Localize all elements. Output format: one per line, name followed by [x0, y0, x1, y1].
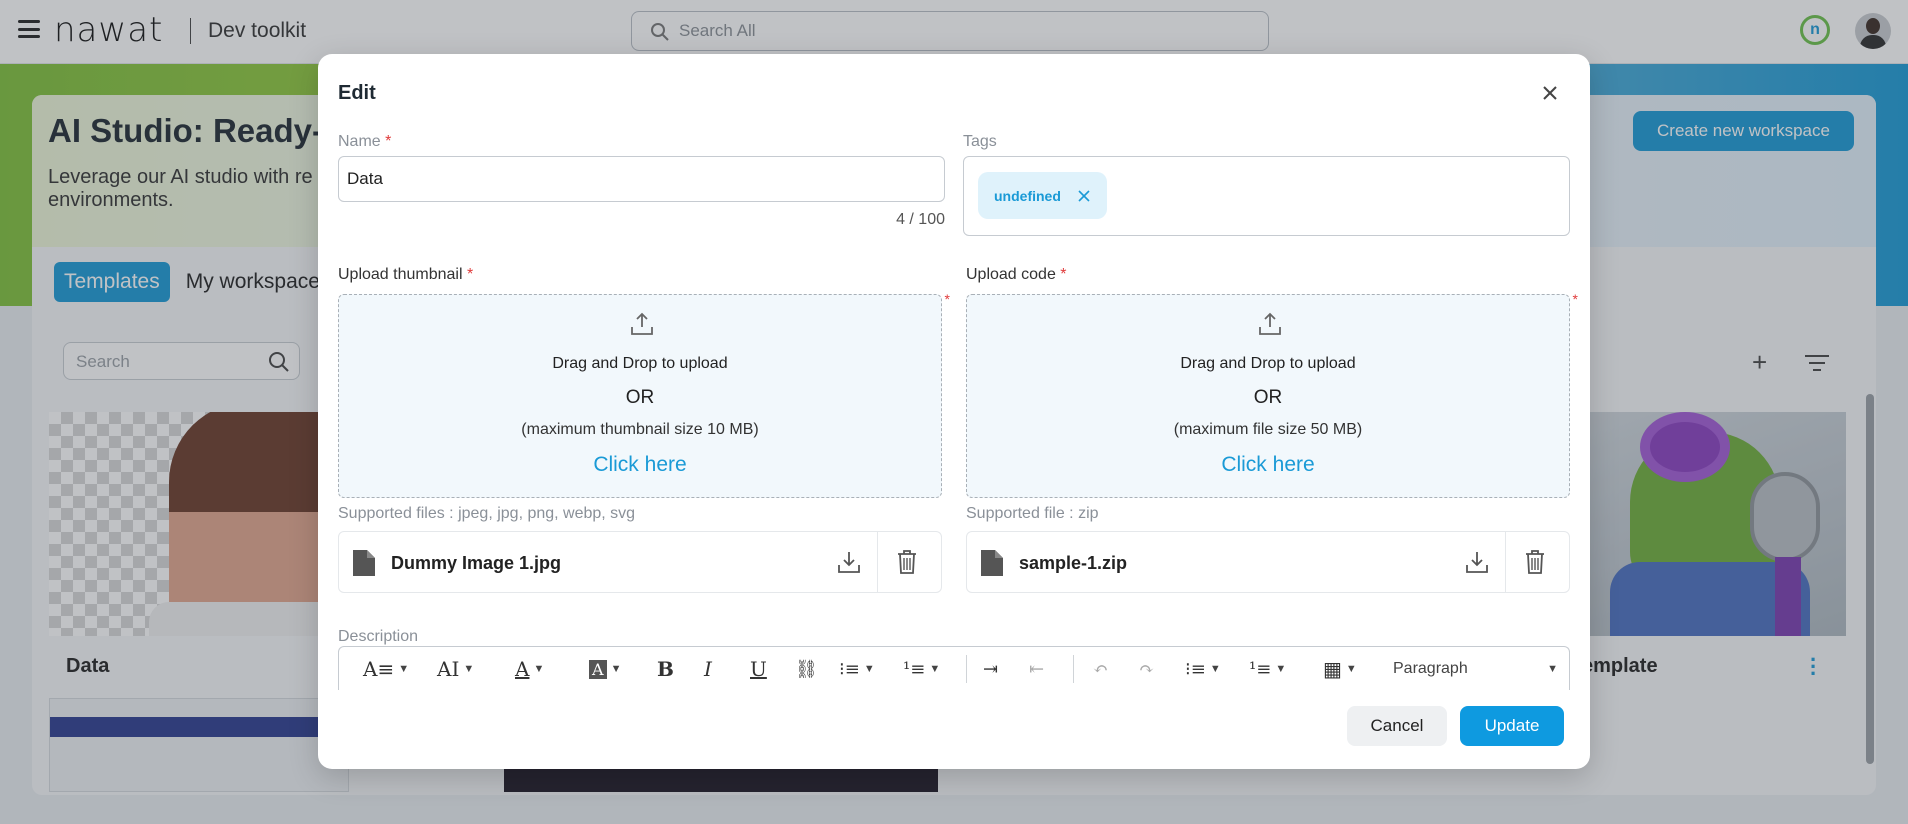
required-marker: *	[1572, 291, 1578, 307]
thumbnail-supported-files: Supported files : jpeg, jpg, png, webp, …	[338, 505, 636, 522]
chevron-down-icon: ▼	[863, 663, 875, 675]
description-label: Description	[338, 628, 419, 645]
thumbnail-file-name: Dummy Image 1.jpg	[391, 553, 562, 573]
font-family-button[interactable]: A≡ ▼	[363, 657, 409, 681]
delete-icon[interactable]	[896, 549, 918, 575]
edit-dialog: Edit Name * 4 / 100 Tags undefined Uploa…	[318, 54, 1590, 769]
dialog-title: Edit	[338, 82, 376, 104]
thumbnail-size-limit: (maximum thumbnail size 10 MB)	[521, 421, 759, 438]
highlight-color-icon: A	[589, 659, 607, 679]
tags-input[interactable]: undefined	[963, 156, 1570, 236]
font-color-icon: A	[515, 657, 530, 681]
font-family-icon: A≡	[363, 657, 395, 681]
font-size-button[interactable]: AI ▼	[437, 657, 474, 681]
chevron-down-icon: ▼	[1547, 663, 1558, 675]
code-dropzone[interactable]: * Drag and Drop to upload OR (maximum fi…	[966, 291, 1578, 498]
download-icon[interactable]	[1464, 549, 1490, 575]
chevron-down-icon: ▼	[929, 663, 941, 675]
font-size-icon: AI	[437, 657, 460, 681]
italic-button[interactable]: I	[704, 657, 712, 681]
code-file-name: sample-1.zip	[1019, 553, 1128, 573]
link-button[interactable]: ⛓	[795, 657, 818, 681]
bullet-list-button-2[interactable]: ⁝≡ ▼	[1185, 657, 1221, 681]
cancel-button[interactable]: Cancel	[1347, 706, 1447, 746]
highlight-color-button[interactable]: A ▼	[589, 657, 621, 681]
underline-icon: U	[750, 657, 767, 681]
divider	[1505, 532, 1506, 592]
upload-icon	[631, 312, 653, 335]
code-drag-text: Drag and Drop to upload	[1180, 355, 1356, 372]
upload-icon	[1259, 312, 1281, 335]
divider	[877, 532, 878, 592]
required-marker: *	[944, 291, 950, 307]
code-supported-files: Supported file : zip	[966, 505, 1099, 522]
code-click-here-link[interactable]: Click here	[967, 453, 1569, 477]
underline-button[interactable]: U	[750, 657, 767, 681]
outdent-icon: ⇤	[1029, 658, 1045, 680]
chevron-down-icon: ▼	[1275, 663, 1287, 675]
tag-chip: undefined	[978, 172, 1107, 219]
redo-button[interactable]: ↷	[1139, 657, 1154, 681]
bullet-list-icon: ⁝≡	[1185, 658, 1206, 680]
file-icon	[353, 550, 375, 576]
chevron-down-icon: ▼	[398, 663, 410, 675]
bullet-list-icon: ⁝≡	[839, 658, 860, 680]
bold-icon: B	[657, 657, 674, 681]
toolbar-divider	[966, 655, 967, 683]
upload-thumbnail-label-text: Upload thumbnail	[338, 266, 463, 283]
block-format-value: Paragraph	[1393, 660, 1468, 677]
redo-icon: ↷	[1139, 658, 1155, 680]
undo-icon: ↶	[1093, 658, 1109, 680]
code-or-text: OR	[1253, 387, 1283, 408]
bold-button[interactable]: B	[657, 657, 674, 681]
chevron-down-icon: ▼	[533, 663, 545, 675]
indent-button[interactable]: ⇥	[983, 657, 998, 681]
name-field[interactable]	[338, 156, 945, 202]
table-icon: ▦	[1323, 657, 1342, 681]
toolbar-divider	[1073, 655, 1074, 683]
name-label: Name *	[338, 133, 391, 151]
bullet-list-button[interactable]: ⁝≡ ▼	[839, 657, 875, 681]
numbered-list-button-2[interactable]: ¹≡ ▼	[1249, 657, 1286, 681]
thumbnail-drag-text: Drag and Drop to upload	[552, 355, 728, 372]
thumbnail-click-here-link[interactable]: Click here	[339, 453, 941, 477]
required-marker: *	[466, 266, 474, 283]
upload-code-label: Upload code *	[966, 266, 1067, 284]
numbered-list-icon: ¹≡	[1249, 658, 1272, 680]
outdent-button[interactable]: ⇤	[1029, 657, 1044, 681]
chevron-down-icon: ▼	[463, 663, 475, 675]
name-char-counter: 4 / 100	[896, 211, 945, 228]
undo-button[interactable]: ↶	[1093, 657, 1108, 681]
table-button[interactable]: ▦ ▼	[1323, 657, 1357, 681]
block-format-select[interactable]: Paragraph ▼	[1393, 655, 1558, 683]
indent-icon: ⇥	[983, 658, 999, 680]
numbered-list-button[interactable]: ¹≡ ▼	[903, 657, 940, 681]
tags-label: Tags	[963, 133, 997, 150]
numbered-list-icon: ¹≡	[903, 658, 926, 680]
upload-thumbnail-label: Upload thumbnail *	[338, 266, 473, 284]
chevron-down-icon: ▼	[1345, 663, 1357, 675]
chevron-down-icon: ▼	[610, 663, 622, 675]
font-color-button[interactable]: A ▼	[515, 657, 544, 681]
download-icon[interactable]	[836, 549, 862, 575]
code-size-limit: (maximum file size 50 MB)	[1173, 421, 1363, 438]
chevron-down-icon: ▼	[1209, 663, 1221, 675]
close-icon[interactable]	[1539, 82, 1561, 104]
remove-tag-icon[interactable]	[1077, 189, 1091, 203]
tag-chip-label: undefined	[994, 187, 1061, 204]
delete-icon[interactable]	[1524, 549, 1546, 575]
update-button[interactable]: Update	[1460, 706, 1564, 746]
required-marker: *	[385, 133, 392, 150]
upload-code-label-text: Upload code	[966, 266, 1056, 283]
rich-text-toolbar: A≡ ▼ AI ▼ A ▼ A ▼ B I U ⛓ ⁝≡ ▼ ¹≡ ▼ ⇥ ⇤ ↶ ↷ ⁝≡…	[338, 646, 1570, 690]
thumbnail-file-item: Dummy Image 1.jpg	[338, 531, 942, 593]
italic-icon: I	[704, 657, 712, 681]
thumbnail-or-text: OR	[625, 387, 655, 408]
file-icon	[981, 550, 1003, 576]
thumbnail-dropzone[interactable]: * Drag and Drop to upload OR (maximum th…	[338, 291, 950, 498]
required-marker: *	[1060, 266, 1067, 283]
name-label-text: Name	[338, 133, 381, 150]
code-file-item: sample-1.zip	[966, 531, 1570, 593]
link-icon: ⛓	[795, 658, 818, 680]
